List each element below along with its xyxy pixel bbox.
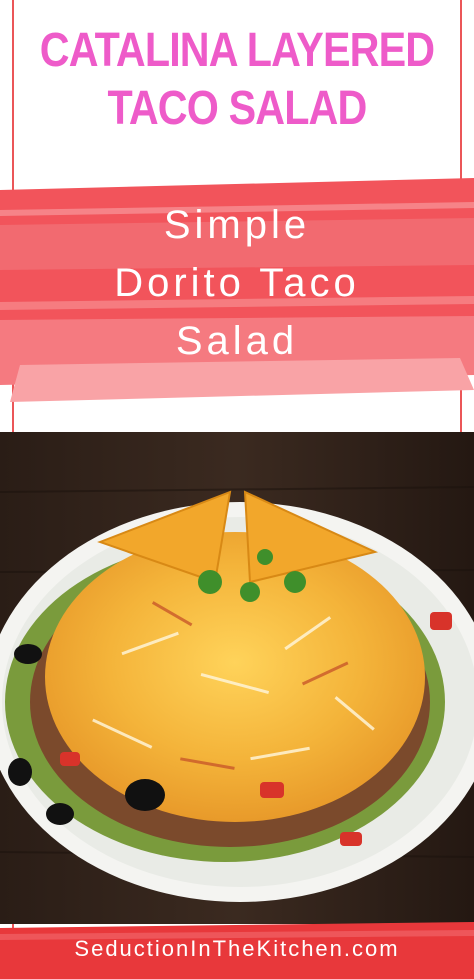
website-url: SeductionInTheKitchen.com xyxy=(74,936,400,961)
subtitle-line-2: Dorito Taco xyxy=(114,261,360,305)
subtitle-line-3: Salad xyxy=(175,319,299,363)
title-line-2: TACO SALAD xyxy=(107,82,368,135)
title-line-1: CATALINA LAYERED xyxy=(39,24,435,77)
taco-salad-photo xyxy=(0,432,474,924)
subtitle-line-1: Simple xyxy=(163,203,311,247)
recipe-subtitle: Simple Dorito Taco Salad xyxy=(0,196,474,370)
recipe-title: CATALINA LAYERED TACO SALAD xyxy=(33,22,441,138)
